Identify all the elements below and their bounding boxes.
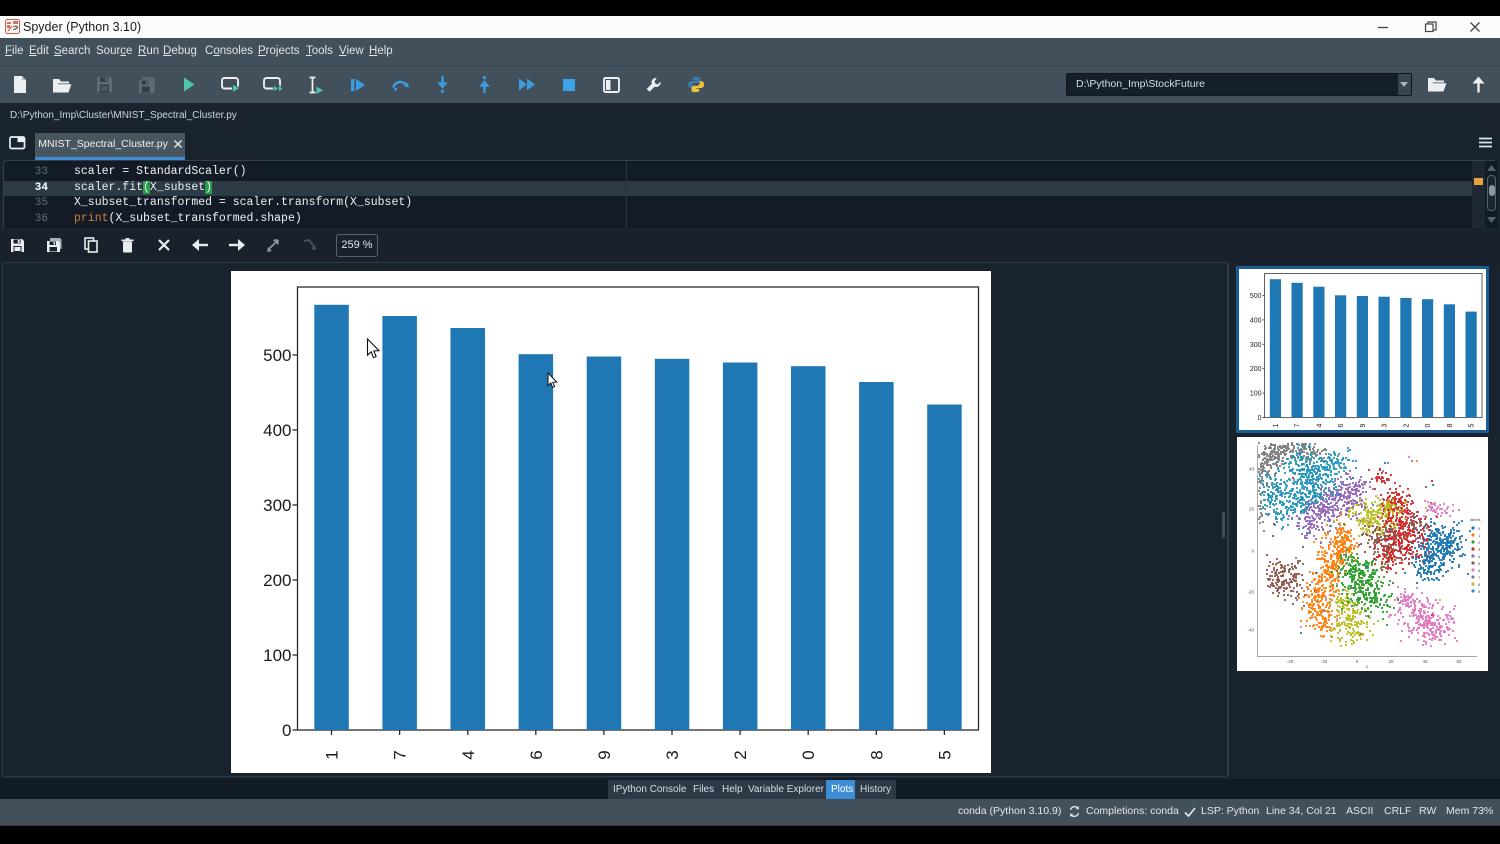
svg-text:2: 2: [731, 750, 750, 759]
svg-text:1: 1: [322, 750, 341, 759]
svg-text:500: 500: [1250, 293, 1262, 300]
svg-text:-20: -20: [1321, 659, 1328, 664]
svg-text:7: 7: [1295, 423, 1302, 427]
svg-text:6: 6: [1338, 423, 1345, 427]
svg-text:40: 40: [1422, 659, 1428, 664]
svg-text:9: 9: [594, 750, 613, 759]
svg-text:4: 4: [458, 750, 477, 759]
svg-text:-40: -40: [1287, 659, 1294, 664]
svg-text:5: 5: [1469, 423, 1476, 427]
svg-text:1: 1: [1273, 423, 1280, 427]
svg-text:200: 200: [1250, 366, 1262, 373]
svg-text:8: 8: [867, 750, 886, 759]
svg-text:400: 400: [263, 421, 291, 440]
svg-text:100: 100: [1250, 391, 1262, 398]
svg-text:0: 0: [1425, 423, 1432, 427]
svg-text:8: 8: [1447, 423, 1454, 427]
svg-text:20: 20: [1388, 659, 1394, 664]
svg-text:0: 0: [799, 750, 818, 759]
svg-text:3: 3: [663, 750, 682, 759]
svg-text:300: 300: [263, 496, 291, 515]
svg-text:0: 0: [1258, 415, 1262, 422]
svg-text:20: 20: [1249, 507, 1255, 512]
svg-text:2: 2: [1403, 423, 1410, 427]
svg-text:9: 9: [1360, 423, 1367, 427]
svg-text:200: 200: [263, 571, 291, 590]
svg-text:7: 7: [390, 750, 409, 759]
svg-text:0: 0: [282, 721, 291, 740]
svg-text:labels: labels: [1470, 517, 1480, 522]
svg-text:-40: -40: [1247, 628, 1254, 633]
svg-text:3: 3: [1382, 423, 1389, 427]
svg-text:5: 5: [935, 750, 954, 759]
svg-text:4: 4: [1316, 423, 1323, 427]
svg-text:500: 500: [263, 346, 291, 365]
svg-text:300: 300: [1250, 342, 1262, 349]
svg-text:400: 400: [1250, 317, 1262, 324]
svg-text:6: 6: [526, 750, 545, 759]
svg-text:60: 60: [1456, 659, 1462, 664]
svg-text:100: 100: [263, 646, 291, 665]
svg-text:40: 40: [1249, 467, 1255, 472]
svg-text:-20: -20: [1247, 590, 1254, 595]
